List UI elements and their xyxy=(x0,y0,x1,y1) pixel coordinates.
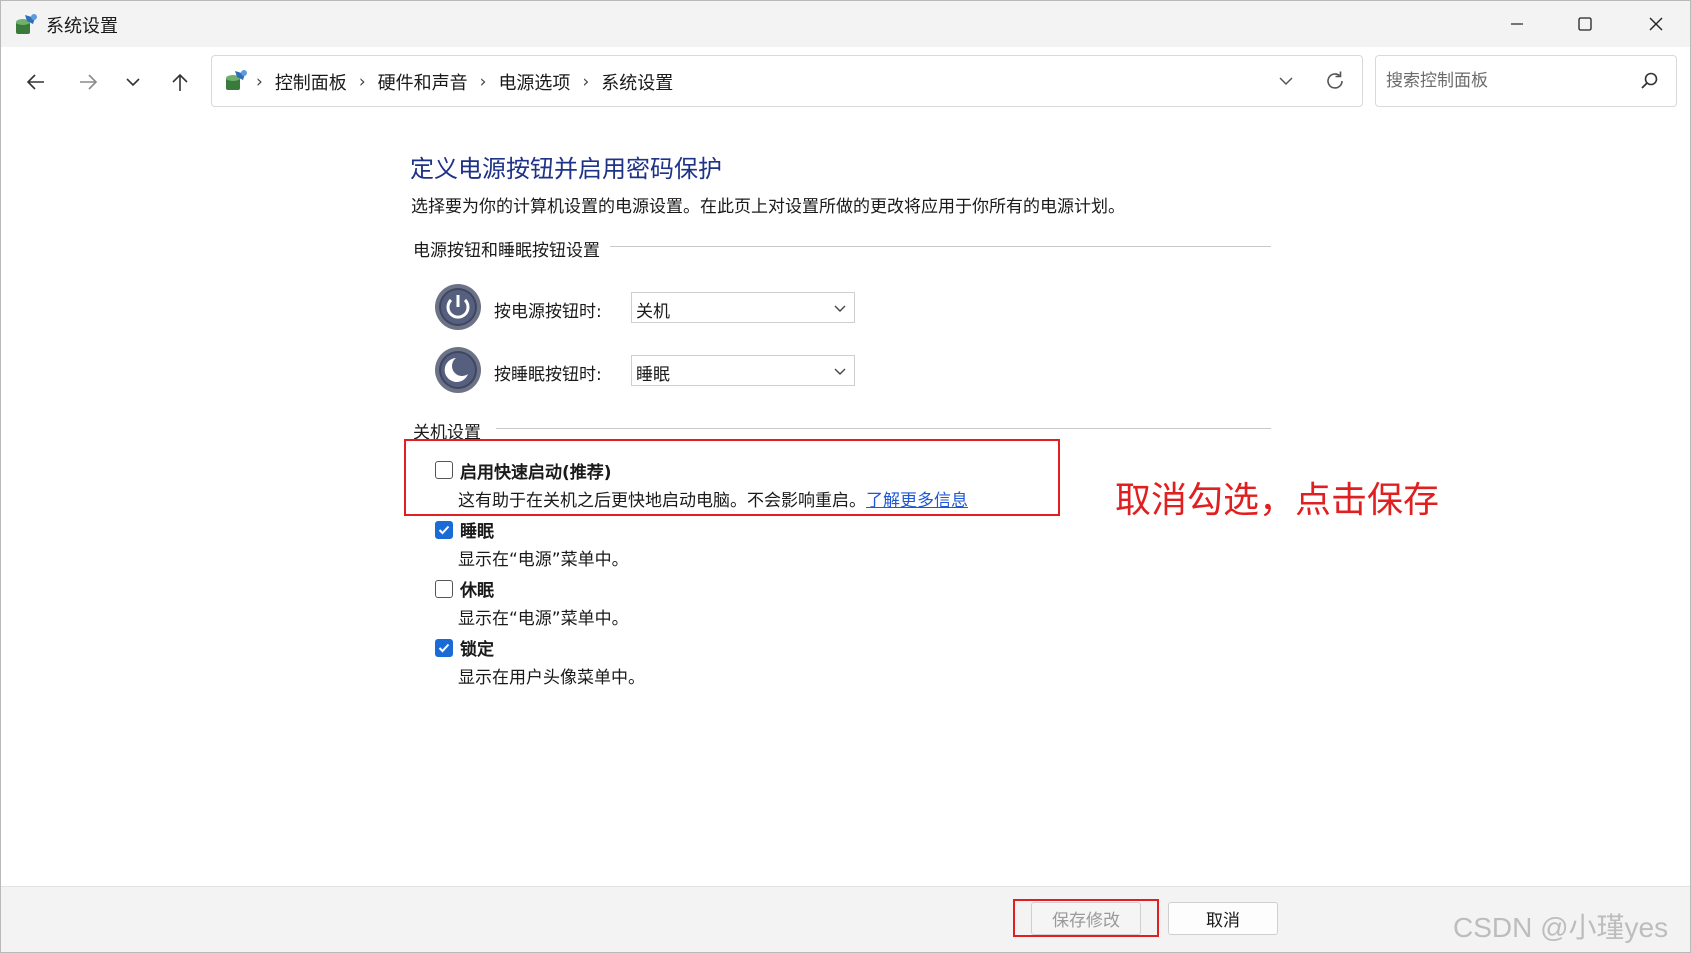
sleep-button-label: 按睡眠按钮时: xyxy=(494,365,602,385)
checkmark-icon xyxy=(438,525,450,535)
search-icon[interactable] xyxy=(1638,69,1662,93)
watermark: CSDN @小瑾yes xyxy=(1453,912,1669,943)
group-divider xyxy=(601,246,1271,247)
breadcrumb-separator[interactable]: › xyxy=(480,72,487,92)
chevron-down-icon xyxy=(834,368,846,375)
window-title: 系统设置 xyxy=(46,16,118,37)
search-box[interactable] xyxy=(1375,55,1677,107)
lock-option-description: 显示在用户头像菜单中。 xyxy=(458,668,645,688)
address-dropdown-button[interactable] xyxy=(1272,68,1300,94)
breadcrumb-item-control-panel[interactable]: 控制面板 xyxy=(275,69,347,95)
refresh-button[interactable] xyxy=(1320,68,1350,94)
breadcrumb-item-power-options[interactable]: 电源选项 xyxy=(498,69,570,95)
minimize-icon xyxy=(1511,23,1523,25)
power-buttons-group-label: 电源按钮和睡眠按钮设置 xyxy=(413,236,610,261)
forward-button[interactable] xyxy=(71,65,105,99)
sleep-checkbox[interactable] xyxy=(435,521,453,539)
hibernate-option-title: 休眠 xyxy=(460,581,494,601)
control-panel-icon xyxy=(223,68,249,92)
red-annotation-text: 取消勾选，点击保存 xyxy=(1115,480,1440,521)
breadcrumb-item-system-settings[interactable]: 系统设置 xyxy=(601,69,673,95)
power-button-select[interactable]: 关机 xyxy=(631,292,855,323)
sleep-option-description: 显示在“电源”菜单中。 xyxy=(458,550,629,570)
footer-bar: 保存修改 取消 xyxy=(1,887,1690,952)
chevron-down-icon xyxy=(1279,77,1293,86)
power-button-label: 按电源按钮时: xyxy=(494,302,602,322)
up-arrow-icon xyxy=(172,73,188,91)
sleep-button-icon xyxy=(434,346,482,394)
search-input[interactable] xyxy=(1384,66,1628,96)
up-button[interactable] xyxy=(163,65,197,99)
maximize-button[interactable] xyxy=(1551,1,1619,47)
breadcrumb-separator[interactable]: › xyxy=(582,72,589,92)
fast-startup-description: 这有助于在关机之后更快地启动电脑。不会影响重启。了解更多信息 xyxy=(458,486,968,511)
breadcrumb-separator: › xyxy=(256,72,263,92)
sleep-button-select-value: 睡眠 xyxy=(636,365,670,385)
chevron-down-icon xyxy=(834,305,846,312)
breadcrumb: › 控制面板 › 硬件和声音 › 电源选项 › 系统设置 xyxy=(256,69,673,95)
close-icon xyxy=(1649,17,1663,31)
minimize-button[interactable] xyxy=(1483,1,1551,47)
cancel-button[interactable]: 取消 xyxy=(1168,902,1278,935)
refresh-icon xyxy=(1327,71,1343,89)
maximize-icon xyxy=(1578,17,1592,31)
control-panel-icon xyxy=(13,12,39,36)
learn-more-link[interactable]: 了解更多信息 xyxy=(866,491,968,511)
hibernate-option-description: 显示在“电源”菜单中。 xyxy=(458,609,629,629)
system-settings-window: 系统设置 › 控制面板 › 硬件和声音 › 电源选项 › 系统设置 搜索控制面板… xyxy=(0,0,1691,953)
power-button-select-value: 关机 xyxy=(636,302,670,322)
page-title: 定义电源按钮并启用密码保护 xyxy=(410,155,722,183)
group-divider xyxy=(496,428,1271,429)
close-button[interactable] xyxy=(1622,1,1690,47)
recent-locations-button[interactable] xyxy=(116,65,150,99)
fast-startup-checkbox[interactable] xyxy=(435,461,453,479)
back-arrow-icon xyxy=(26,74,44,90)
power-button-icon xyxy=(434,283,482,331)
save-button-highlight xyxy=(1013,899,1159,937)
sleep-button-select[interactable]: 睡眠 xyxy=(631,355,855,386)
fast-startup-title: 启用快速启动(推荐) xyxy=(460,463,612,483)
fast-startup-desc-text: 这有助于在关机之后更快地启动电脑。不会影响重启。 xyxy=(458,491,866,511)
lock-checkbox[interactable] xyxy=(435,639,453,657)
hibernate-checkbox[interactable] xyxy=(435,580,453,598)
breadcrumb-item-hardware-sound[interactable]: 硬件和声音 xyxy=(378,69,468,95)
chevron-down-icon xyxy=(126,78,140,87)
checkmark-icon xyxy=(438,643,450,653)
navigation-bar: › 控制面板 › 硬件和声音 › 电源选项 › 系统设置 xyxy=(1,47,1690,115)
lock-option-title: 锁定 xyxy=(460,640,494,660)
sleep-option-title: 睡眠 xyxy=(460,522,494,542)
page-description: 选择要为你的计算机设置的电源设置。在此页上对设置所做的更改将应用于你所有的电源计… xyxy=(411,197,1125,217)
breadcrumb-separator[interactable]: › xyxy=(359,72,366,92)
forward-arrow-icon xyxy=(80,74,98,90)
back-button[interactable] xyxy=(19,65,53,99)
address-bar[interactable]: › 控制面板 › 硬件和声音 › 电源选项 › 系统设置 xyxy=(211,55,1363,107)
title-bar: 系统设置 xyxy=(1,1,1690,47)
